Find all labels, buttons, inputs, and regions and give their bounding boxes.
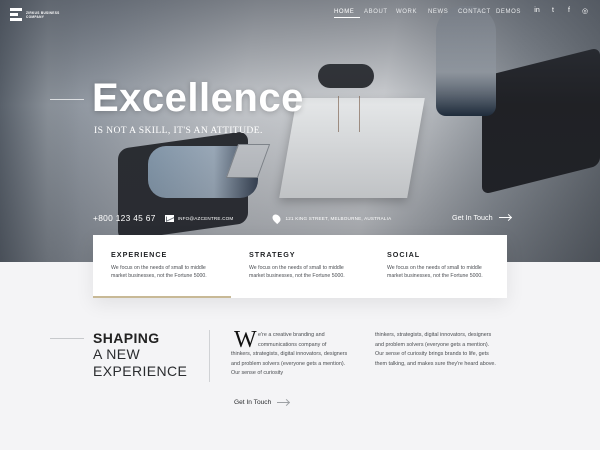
arrow-right-icon (277, 402, 290, 403)
hero-get-in-touch-button[interactable]: Get In Touch (452, 213, 511, 222)
section-get-in-touch-button[interactable]: Get In Touch (234, 399, 290, 406)
section-heading-line1: SHAPING (93, 330, 160, 346)
intro-paragraph-second: thinkers, strategists, digital innovator… (375, 332, 496, 367)
social-links: in t f ◎ (533, 7, 589, 15)
facebook-icon[interactable]: f (565, 7, 573, 15)
email-address[interactable]: INFO@AZCENTRE.COM (178, 216, 234, 221)
section-accent-line (50, 338, 84, 339)
card-text: We focus on the needs of small to middle… (111, 265, 207, 280)
card-text: We focus on the needs of small to middle… (387, 265, 483, 280)
card-title: STRATEGY (249, 250, 296, 259)
hero-subtitle: IS NOT A SKILL, IT'S AN ATTITUDE. (94, 125, 263, 136)
nav-home[interactable]: HOME (334, 9, 360, 18)
hero-accent-line (50, 99, 84, 100)
hero-title: Excellence (92, 76, 304, 120)
section-heading-line3: EXPERIENCE (93, 363, 188, 379)
nav-work[interactable]: WORK (396, 9, 422, 15)
card-strategy[interactable]: STRATEGY We focus on the needs of small … (231, 235, 369, 298)
section-heading-line2: A NEW (93, 346, 141, 362)
street-address: 121 KING STREET, MELBOURNE, AUSTRALIA (285, 215, 392, 221)
site-logo[interactable]: ZIRKUS BUSINESS COMPANY (10, 8, 60, 22)
phone-number[interactable]: +800 123 45 67 (93, 213, 156, 223)
card-title: EXPERIENCE (111, 250, 168, 259)
vertical-divider (209, 330, 210, 382)
nav-contact[interactable]: CONTACT (458, 9, 494, 15)
logo-text: ZIRKUS BUSINESS COMPANY (26, 11, 60, 19)
intro-paragraph-start: e're a creative branding and communicati… (258, 332, 327, 348)
card-text: We focus on the needs of small to middle… (249, 265, 345, 280)
feature-cards: EXPERIENCE We focus on the needs of smal… (93, 235, 507, 298)
section-cta-label: Get In Touch (234, 399, 272, 406)
logo-icon (10, 8, 22, 22)
intro-paragraph-continued: thinkers, strategists, digital innovator… (231, 351, 348, 377)
nav-demos[interactable]: DEMOS (496, 9, 530, 15)
mail-icon (164, 214, 174, 222)
card-social[interactable]: SOCIAL We focus on the needs of small to… (369, 235, 507, 298)
nav-about[interactable]: ABOUT (364, 9, 390, 15)
card-title: SOCIAL (387, 250, 421, 259)
nav-news[interactable]: NEWS (428, 9, 448, 15)
hero-contact-row: +800 123 45 67 INFO@AZCENTRE.COM 121 KIN… (93, 212, 392, 224)
arrow-right-icon (498, 217, 511, 218)
location-pin-icon (271, 212, 283, 224)
card-experience[interactable]: EXPERIENCE We focus on the needs of smal… (93, 235, 231, 298)
hero-cta-label: Get In Touch (452, 213, 493, 222)
twitter-icon[interactable]: t (549, 7, 557, 15)
instagram-icon[interactable]: ◎ (581, 7, 589, 15)
linkedin-icon[interactable]: in (533, 7, 541, 15)
